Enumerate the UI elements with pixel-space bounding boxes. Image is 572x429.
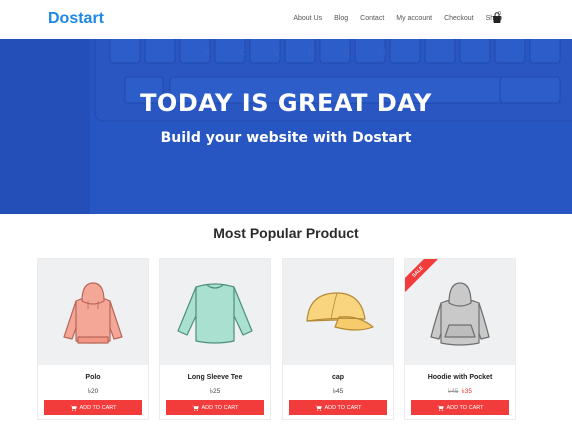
nav-blog[interactable]: Blog xyxy=(334,15,348,22)
shopping-bag-icon[interactable] xyxy=(491,12,503,24)
add-to-cart-button[interactable]: ADD TO CART xyxy=(289,400,387,415)
hero-banner: XCV BNM TODAY IS GREAT DAY Build your we… xyxy=(0,39,572,214)
nav-contact[interactable]: Contact xyxy=(360,15,384,22)
green-long-sleeve-icon xyxy=(177,283,253,344)
current-price: ৳45 xyxy=(332,388,344,395)
section-title: Most Popular Product xyxy=(213,225,359,241)
add-to-cart-button[interactable]: ADD TO CART xyxy=(44,400,142,415)
product-name[interactable]: Polo xyxy=(38,374,148,381)
product-name[interactable]: cap xyxy=(283,374,393,381)
product-card-cap[interactable]: cap ৳45 ADD TO CART xyxy=(282,258,394,420)
product-card-hoodie-with-pocket[interactable]: SALE Hoodie with Pocket ৳45 ৳35 ADD TO CA… xyxy=(404,258,516,420)
keyboard-background: XCV BNM xyxy=(0,39,572,214)
cart-icon xyxy=(191,405,199,411)
add-to-cart-label: ADD TO CART xyxy=(324,404,362,411)
add-to-cart-button[interactable]: ADD TO CART xyxy=(411,400,509,415)
product-image[interactable] xyxy=(38,259,148,365)
product-card-long-sleeve-tee[interactable]: Long Sleeve Tee ৳25 ADD TO CART xyxy=(159,258,271,420)
site-header: Dostart About Us Blog Contact My account… xyxy=(0,0,572,39)
add-to-cart-label: ADD TO CART xyxy=(201,404,239,411)
current-price: ৳35 xyxy=(461,388,472,395)
cart-icon xyxy=(69,405,77,411)
cart-icon xyxy=(314,405,322,411)
nav-about-us[interactable]: About Us xyxy=(293,15,322,22)
cart-count: 0 xyxy=(498,11,501,17)
product-price: ৳45 xyxy=(283,386,393,397)
product-name[interactable]: Hoodie with Pocket xyxy=(405,374,515,381)
yellow-cap-icon xyxy=(306,292,374,331)
add-to-cart-button[interactable]: ADD TO CART xyxy=(166,400,264,415)
hero-title: TODAY IS GREAT DAY xyxy=(140,89,432,117)
cart-icon xyxy=(436,405,444,411)
nav-checkout[interactable]: Checkout xyxy=(444,15,474,22)
current-price: ৳20 xyxy=(87,388,99,395)
product-price: ৳25 xyxy=(160,386,270,397)
hero-subtitle: Build your website with Dostart xyxy=(160,130,412,146)
main-nav: About Us Blog Contact My account Checkou… xyxy=(293,15,502,22)
old-price: ৳45 xyxy=(448,388,459,395)
product-image[interactable] xyxy=(283,259,393,365)
add-to-cart-label: ADD TO CART xyxy=(446,404,484,411)
sale-badge: SALE xyxy=(405,259,439,293)
product-name[interactable]: Long Sleeve Tee xyxy=(160,374,270,381)
product-price: ৳45 ৳35 xyxy=(405,386,515,397)
product-card-polo[interactable]: Polo ৳20 ADD TO CART xyxy=(37,258,149,420)
nav-my-account[interactable]: My account xyxy=(396,15,432,22)
pink-hoodie-icon xyxy=(63,282,123,344)
current-price: ৳25 xyxy=(209,388,221,395)
site-logo[interactable]: Dostart xyxy=(48,10,104,28)
product-image[interactable] xyxy=(160,259,270,365)
add-to-cart-label: ADD TO CART xyxy=(79,404,117,411)
product-price: ৳20 xyxy=(38,386,148,397)
